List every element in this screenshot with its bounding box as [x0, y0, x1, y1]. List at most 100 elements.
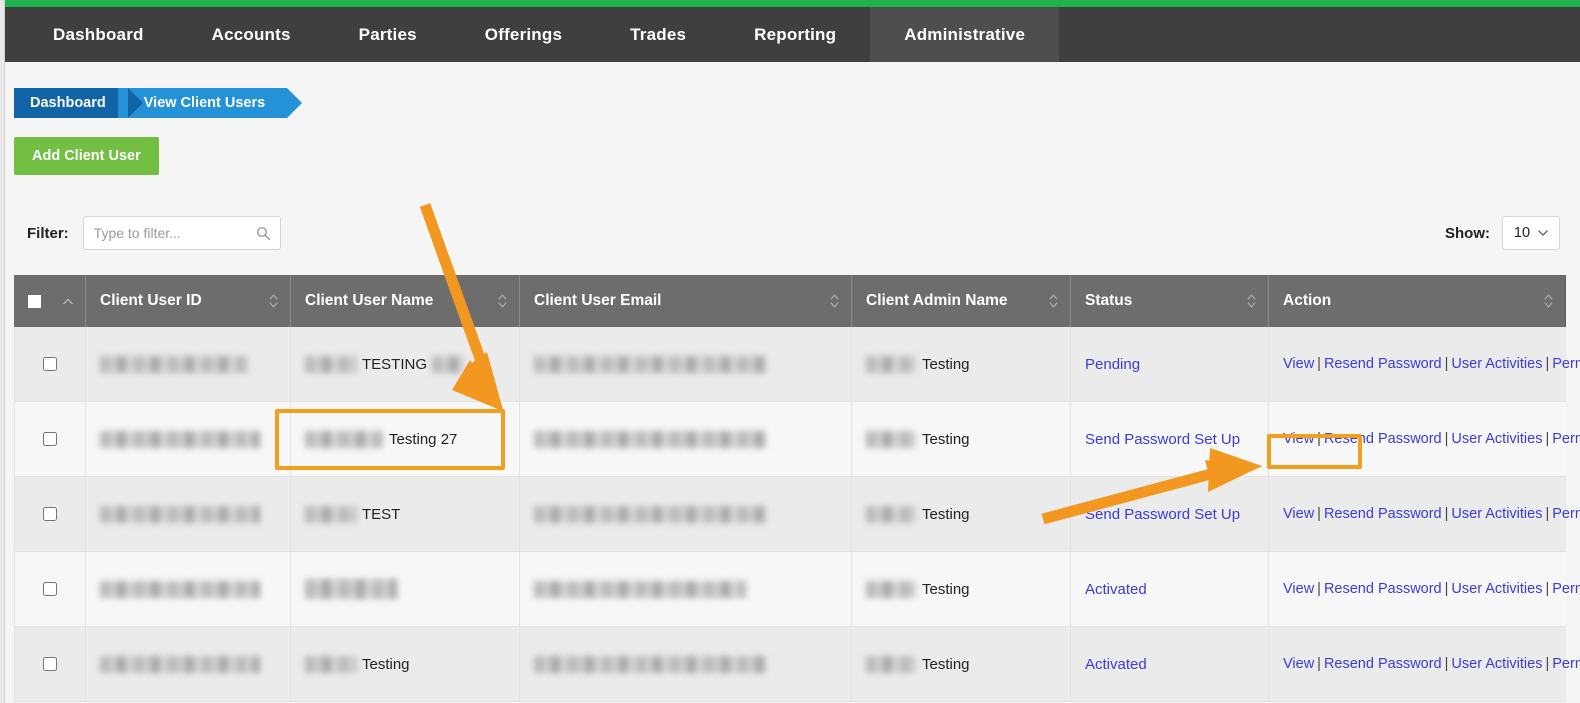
action-view-link[interactable]: View: [1283, 581, 1314, 597]
action-permission-link[interactable]: Permission: [1552, 431, 1580, 447]
column-header-label: Client Admin Name: [866, 292, 1008, 309]
redacted-value: [100, 580, 260, 598]
checkbox-icon[interactable]: [28, 294, 41, 308]
cell-client-admin-name: Testing: [851, 477, 1070, 551]
column-header-client-user-name[interactable]: Client User Name: [290, 275, 519, 327]
redacted-value: [534, 505, 766, 523]
row-checkbox[interactable]: [43, 657, 57, 671]
redacted-value: [534, 430, 766, 448]
nav-item-reporting[interactable]: Reporting: [720, 7, 870, 62]
action-view-link[interactable]: View: [1283, 431, 1314, 447]
nav-item-administrative[interactable]: Administrative: [870, 7, 1060, 62]
row-select-cell[interactable]: [14, 552, 85, 626]
redacted-value: [100, 430, 260, 448]
action-separator: |: [1317, 355, 1321, 372]
nav-item-trades[interactable]: Trades: [596, 7, 720, 62]
column-header-client-admin-name[interactable]: Client Admin Name: [851, 275, 1070, 327]
column-header-action[interactable]: Action: [1268, 275, 1565, 327]
action-user-activities-link[interactable]: User Activities: [1451, 431, 1542, 447]
sort-updown-icon[interactable]: [269, 293, 278, 309]
search-input[interactable]: [83, 217, 280, 249]
action-resend-password-link[interactable]: Resend Password: [1324, 506, 1442, 522]
column-header-status[interactable]: Status: [1070, 275, 1268, 327]
row-select-cell[interactable]: [14, 627, 85, 701]
action-links: View | Resend Password | User Activities | Per…: [1283, 652, 1580, 677]
nav-item-offerings[interactable]: Offerings: [451, 7, 596, 62]
action-resend-password-link[interactable]: Resend Password: [1324, 356, 1442, 372]
column-header-label: Client User Name: [305, 292, 434, 309]
client-user-name-text: TEST: [362, 505, 401, 523]
action-user-activities-link[interactable]: User Activities: [1451, 356, 1542, 372]
row-checkbox[interactable]: [43, 432, 57, 446]
action-view-link[interactable]: View: [1283, 656, 1314, 672]
row-checkbox[interactable]: [43, 357, 57, 371]
sort-updown-icon[interactable]: [498, 293, 507, 309]
show-label: Show:: [1445, 224, 1490, 242]
page-size-select[interactable]: 10: [1502, 216, 1560, 250]
action-resend-password-link[interactable]: Resend Password: [1324, 431, 1442, 447]
status-badge[interactable]: Send Password Set Up: [1085, 506, 1240, 523]
action-separator: |: [1545, 355, 1550, 372]
action-permission-link[interactable]: Permission: [1552, 656, 1580, 672]
row-select-cell[interactable]: [14, 402, 85, 476]
status-badge[interactable]: Pending: [1085, 356, 1140, 373]
cell-client-admin-name: Testing: [851, 402, 1070, 476]
caret-up-icon[interactable]: [63, 298, 73, 305]
row-checkbox[interactable]: [43, 507, 57, 521]
action-links: View | Resend Password | User Activities | Per…: [1283, 352, 1580, 377]
action-view-link[interactable]: View: [1283, 356, 1314, 372]
sort-updown-icon[interactable]: [1049, 293, 1058, 309]
redacted-value: [305, 355, 357, 373]
table-row: TESTING Testing Pending View | Resend Pass…: [14, 327, 1580, 402]
client-admin-name-text: Testing: [922, 355, 970, 373]
row-select-cell[interactable]: [14, 477, 85, 551]
sort-updown-icon[interactable]: [1247, 293, 1256, 309]
column-header-select-all[interactable]: [14, 275, 85, 327]
sort-updown-icon[interactable]: [830, 293, 839, 309]
cell-client-user-email: [519, 552, 851, 626]
cell-client-admin-name: Testing: [851, 327, 1070, 401]
action-permission-link[interactable]: Permission: [1552, 581, 1580, 597]
action-permission-link[interactable]: Permission: [1552, 356, 1580, 372]
action-permission-link[interactable]: Permission: [1552, 506, 1580, 522]
action-separator: |: [1317, 505, 1321, 522]
redacted-value: [866, 655, 916, 673]
page-root: Dashboard Accounts Parties Offerings Tra…: [0, 0, 1580, 703]
cell-client-user-id: [85, 402, 290, 476]
filter-label: Filter:: [27, 224, 69, 242]
action-separator: |: [1545, 580, 1550, 597]
nav-item-accounts[interactable]: Accounts: [178, 7, 325, 62]
cell-action: View | Resend Password | User Activities | Per…: [1268, 552, 1580, 626]
cell-status: Activated: [1070, 552, 1268, 626]
breadcrumb-item-dashboard[interactable]: Dashboard: [14, 88, 143, 118]
status-badge[interactable]: Send Password Set Up: [1085, 431, 1240, 448]
redacted-value: [432, 355, 465, 373]
action-resend-password-link[interactable]: Resend Password: [1324, 581, 1442, 597]
cell-client-user-name: TESTING: [290, 327, 519, 401]
action-view-link[interactable]: View: [1283, 506, 1314, 522]
sort-updown-icon[interactable]: [1544, 293, 1553, 309]
action-resend-password-link[interactable]: Resend Password: [1324, 656, 1442, 672]
status-badge[interactable]: Activated: [1085, 581, 1147, 598]
action-separator: |: [1545, 655, 1550, 672]
nav-item-dashboard[interactable]: Dashboard: [19, 7, 178, 62]
nav-item-parties[interactable]: Parties: [325, 7, 451, 62]
add-client-user-button[interactable]: Add Client User: [14, 137, 159, 175]
filter-input-wrapper[interactable]: [82, 216, 281, 250]
breadcrumb: Dashboard View Client Users: [14, 88, 303, 118]
action-user-activities-link[interactable]: User Activities: [1451, 581, 1542, 597]
cell-client-user-id: [85, 477, 290, 551]
table-row: Testing Testing Activated View | Resend Pa…: [14, 627, 1580, 702]
action-user-activities-link[interactable]: User Activities: [1451, 506, 1542, 522]
action-user-activities-link[interactable]: User Activities: [1451, 656, 1542, 672]
cell-status: Send Password Set Up: [1070, 477, 1268, 551]
column-header-client-user-email[interactable]: Client User Email: [519, 275, 851, 327]
column-header-client-user-id[interactable]: Client User ID: [85, 275, 290, 327]
breadcrumb-item-view-client-users[interactable]: View Client Users: [117, 88, 303, 118]
row-checkbox[interactable]: [43, 582, 57, 596]
status-badge[interactable]: Activated: [1085, 656, 1147, 673]
client-admin-name-text: Testing: [922, 430, 970, 448]
row-select-cell[interactable]: [14, 327, 85, 401]
table-row: Testing Activated View | Resend Password | U…: [14, 552, 1580, 627]
action-separator: |: [1317, 430, 1321, 447]
